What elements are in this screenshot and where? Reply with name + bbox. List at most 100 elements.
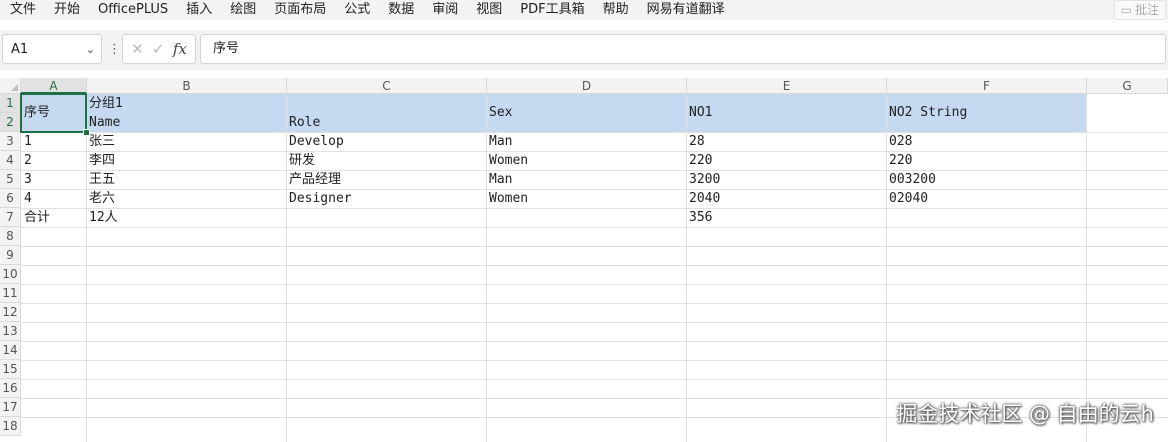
cell-e3[interactable]: 28: [689, 132, 705, 151]
menu-review[interactable]: 审阅: [432, 0, 466, 20]
grid-line: [21, 341, 1168, 342]
cell-b4[interactable]: 李四: [89, 151, 115, 170]
grid-line: [486, 94, 487, 442]
column-header-b[interactable]: B: [87, 78, 287, 94]
row-header-12[interactable]: 12: [0, 303, 21, 322]
cell-e4[interactable]: 220: [689, 151, 712, 170]
cell-b7[interactable]: 12人: [89, 208, 118, 227]
column-header-f[interactable]: F: [887, 78, 1087, 94]
cell-a7[interactable]: 合计: [24, 208, 50, 227]
row-header-10[interactable]: 10: [0, 265, 21, 284]
row-header-9[interactable]: 9: [0, 246, 21, 265]
column-header-d[interactable]: D: [487, 78, 687, 94]
grid-line: [886, 94, 887, 442]
cell-e6[interactable]: 2040: [689, 189, 720, 208]
name-box-value: A1: [11, 41, 29, 57]
grid-line: [21, 284, 1168, 285]
menu-insert[interactable]: 插入: [186, 0, 220, 20]
row-header-6[interactable]: 6: [0, 189, 21, 208]
cell-d4[interactable]: Women: [489, 151, 528, 170]
grid-line: [21, 322, 1168, 323]
menu-page-layout[interactable]: 页面布局: [274, 0, 334, 20]
cell-b6[interactable]: 老六: [89, 189, 115, 208]
chevron-down-icon[interactable]: ⌄: [86, 43, 95, 56]
watermark: 掘金技术社区 @ 自由的云h: [896, 402, 1154, 426]
cell-c2[interactable]: Role: [289, 113, 320, 132]
cell-f6[interactable]: 02040: [889, 189, 928, 208]
cell-b1[interactable]: 分组1: [89, 94, 123, 113]
cell-c5[interactable]: 产品经理: [289, 170, 341, 189]
cell-f3[interactable]: 028: [889, 132, 912, 151]
menu-data[interactable]: 数据: [388, 0, 422, 20]
more-options-icon[interactable]: ⋮: [108, 42, 121, 57]
check-icon[interactable]: ✓: [152, 40, 165, 58]
grid-line: [21, 132, 1168, 133]
cell-e5[interactable]: 3200: [689, 170, 720, 189]
row-header-5[interactable]: 5: [0, 170, 21, 189]
row-header-13[interactable]: 13: [0, 322, 21, 341]
column-header-g[interactable]: G: [1087, 78, 1168, 94]
column-header-e[interactable]: E: [687, 78, 887, 94]
menu-formulas[interactable]: 公式: [344, 0, 378, 20]
cell-b2[interactable]: Name: [89, 113, 120, 132]
menu-view[interactable]: 视图: [476, 0, 510, 20]
grid-line: [21, 151, 1168, 152]
row-header-7[interactable]: 7: [0, 208, 21, 227]
fill-handle[interactable]: [83, 129, 90, 136]
menu-bar: 文件 开始 OfficePLUS 插入 绘图 页面布局 公式 数据 审阅 视图 …: [0, 0, 1168, 20]
select-all-button[interactable]: [0, 78, 21, 94]
cell-b3[interactable]: 张三: [89, 132, 115, 151]
column-header-c[interactable]: C: [287, 78, 487, 94]
comment-button[interactable]: ▭ 批注: [1113, 0, 1166, 20]
cell-c4[interactable]: 研发: [289, 151, 315, 170]
cell-d1[interactable]: Sex: [489, 103, 512, 122]
grid-line: [21, 379, 1168, 380]
cell-f4[interactable]: 220: [889, 151, 912, 170]
row-header-16[interactable]: 16: [0, 379, 21, 398]
cell-b5[interactable]: 王五: [89, 170, 115, 189]
comment-icon: ▭: [1120, 3, 1132, 17]
menu-pdf-toolbox[interactable]: PDF工具箱: [520, 0, 592, 20]
row-header-1[interactable]: 1: [0, 94, 21, 113]
cell-e7[interactable]: 356: [689, 208, 712, 227]
cell-d5[interactable]: Man: [489, 170, 512, 189]
name-box[interactable]: A1 ⌄: [2, 34, 102, 64]
menu-help[interactable]: 帮助: [603, 0, 637, 20]
row-header-17[interactable]: 17: [0, 398, 21, 417]
cell-c6[interactable]: Designer: [289, 189, 352, 208]
cell-a3[interactable]: 1: [24, 132, 32, 151]
cell-a6[interactable]: 4: [24, 189, 32, 208]
row-header-4[interactable]: 4: [0, 151, 21, 170]
menu-home[interactable]: 开始: [54, 0, 88, 20]
insert-function-icon[interactable]: fx: [173, 40, 187, 58]
cell-a5[interactable]: 3: [24, 170, 32, 189]
menu-draw[interactable]: 绘图: [230, 0, 264, 20]
row-header-8[interactable]: 8: [0, 227, 21, 246]
cell-a4[interactable]: 2: [24, 151, 32, 170]
row-header-3[interactable]: 3: [0, 132, 21, 151]
cell-c3[interactable]: Develop: [289, 132, 344, 151]
row-header-11[interactable]: 11: [0, 284, 21, 303]
row-header-15[interactable]: 15: [0, 360, 21, 379]
cell-d3[interactable]: Man: [489, 132, 512, 151]
formula-actions: ✕ ✓ fx: [122, 34, 196, 64]
menu-officeplus[interactable]: OfficePLUS: [98, 0, 176, 20]
grid-line: [1086, 94, 1087, 442]
cell-d6[interactable]: Women: [489, 189, 528, 208]
cell-f5[interactable]: 003200: [889, 170, 936, 189]
cell-f1[interactable]: NO2 String: [889, 103, 967, 122]
formula-input[interactable]: 序号: [200, 34, 1166, 64]
cell-e1[interactable]: NO1: [689, 103, 712, 122]
menu-file[interactable]: 文件: [10, 0, 44, 20]
row-header-2[interactable]: 2: [0, 113, 21, 132]
row-header-14[interactable]: 14: [0, 341, 21, 360]
grid-line: [21, 189, 1168, 190]
grid-line: [21, 360, 1168, 361]
select-all-icon: [11, 84, 18, 91]
row-header-18[interactable]: 18: [0, 417, 21, 436]
close-icon[interactable]: ✕: [131, 40, 144, 58]
menu-youdao-translate[interactable]: 网易有道翻译: [647, 0, 733, 20]
column-header-a[interactable]: A: [21, 78, 87, 94]
grid-line: [21, 170, 1168, 171]
grid-line: [21, 227, 1168, 228]
